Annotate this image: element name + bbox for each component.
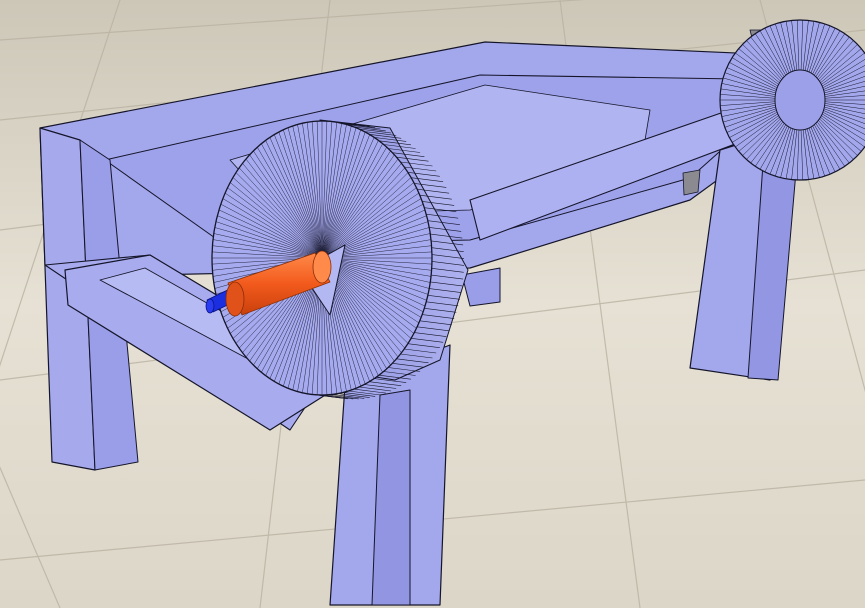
scene-canvas	[0, 0, 865, 608]
gray-block-right	[682, 169, 701, 196]
3d-viewport[interactable]	[0, 0, 865, 608]
